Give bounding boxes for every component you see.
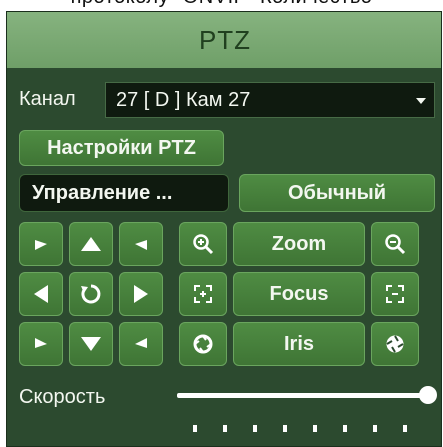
arrow-left-icon bbox=[34, 285, 48, 303]
iris-label: Iris bbox=[233, 322, 365, 366]
speed-slider-track bbox=[177, 393, 429, 398]
zoom-in-button[interactable] bbox=[179, 222, 227, 266]
arrow-down-icon bbox=[81, 337, 101, 351]
focus-label: Focus bbox=[233, 272, 365, 316]
zoom-out-button[interactable] bbox=[371, 222, 419, 266]
arrow-up-button[interactable] bbox=[69, 222, 113, 266]
arrow-down-button[interactable] bbox=[69, 322, 113, 366]
arrow-down-right-button[interactable] bbox=[119, 322, 163, 366]
channel-value: 27 [ D ] Кам 27 bbox=[116, 89, 251, 111]
slider-tick bbox=[223, 425, 227, 432]
arrow-right-icon bbox=[134, 285, 148, 303]
ptz-window: PTZ Канал 27 [ D ] Кам 27 Настройки PTZ … bbox=[6, 11, 442, 447]
arrow-up-right-button[interactable] bbox=[119, 222, 163, 266]
slider-tick bbox=[313, 425, 317, 432]
arrow-up-left-button[interactable] bbox=[19, 222, 63, 266]
slider-tick bbox=[283, 425, 287, 432]
focus-near-button[interactable] bbox=[179, 272, 227, 316]
window-title: PTZ bbox=[7, 12, 441, 68]
channel-label: Канал bbox=[19, 88, 76, 110]
arrow-up-icon bbox=[81, 237, 101, 251]
focus-near-icon bbox=[194, 285, 212, 303]
speed-slider[interactable] bbox=[177, 386, 437, 433]
speed-label: Скорость bbox=[19, 386, 106, 408]
iris-open-icon bbox=[193, 334, 213, 354]
slider-tick bbox=[373, 425, 377, 432]
background-caption: протоколу "ONVIF" Количество bbox=[0, 0, 443, 8]
focus-far-icon bbox=[386, 285, 404, 303]
rotate-icon bbox=[81, 284, 101, 304]
arrow-left-button[interactable] bbox=[19, 272, 63, 316]
iris-close-icon bbox=[386, 335, 404, 353]
rotate-button[interactable] bbox=[69, 272, 113, 316]
slider-tick bbox=[403, 425, 407, 432]
arrow-right-button[interactable] bbox=[119, 272, 163, 316]
arrow-down-left-icon bbox=[35, 338, 47, 348]
arrow-up-right-icon bbox=[135, 240, 147, 250]
dropdown-caret-icon[interactable] bbox=[416, 98, 426, 104]
slider-tick bbox=[343, 425, 347, 432]
control-mode-value[interactable]: Обычный bbox=[239, 174, 435, 212]
iris-close-button[interactable] bbox=[371, 322, 419, 366]
focus-far-button[interactable] bbox=[371, 272, 419, 316]
ptz-settings-button[interactable]: Настройки PTZ bbox=[19, 130, 224, 166]
zoom-out-icon bbox=[385, 234, 406, 255]
channel-select[interactable]: 27 [ D ] Кам 27 bbox=[105, 82, 435, 118]
zoom-in-icon bbox=[193, 234, 214, 255]
slider-tick bbox=[253, 425, 257, 432]
iris-open-button[interactable] bbox=[179, 322, 227, 366]
control-mode-button[interactable]: Управление ... bbox=[19, 174, 229, 212]
arrow-down-left-button[interactable] bbox=[19, 322, 63, 366]
speed-slider-thumb[interactable] bbox=[419, 386, 437, 404]
slider-tick bbox=[193, 425, 197, 432]
arrow-up-left-icon bbox=[35, 240, 47, 250]
zoom-label: Zoom bbox=[233, 222, 365, 266]
arrow-down-right-icon bbox=[135, 338, 147, 348]
